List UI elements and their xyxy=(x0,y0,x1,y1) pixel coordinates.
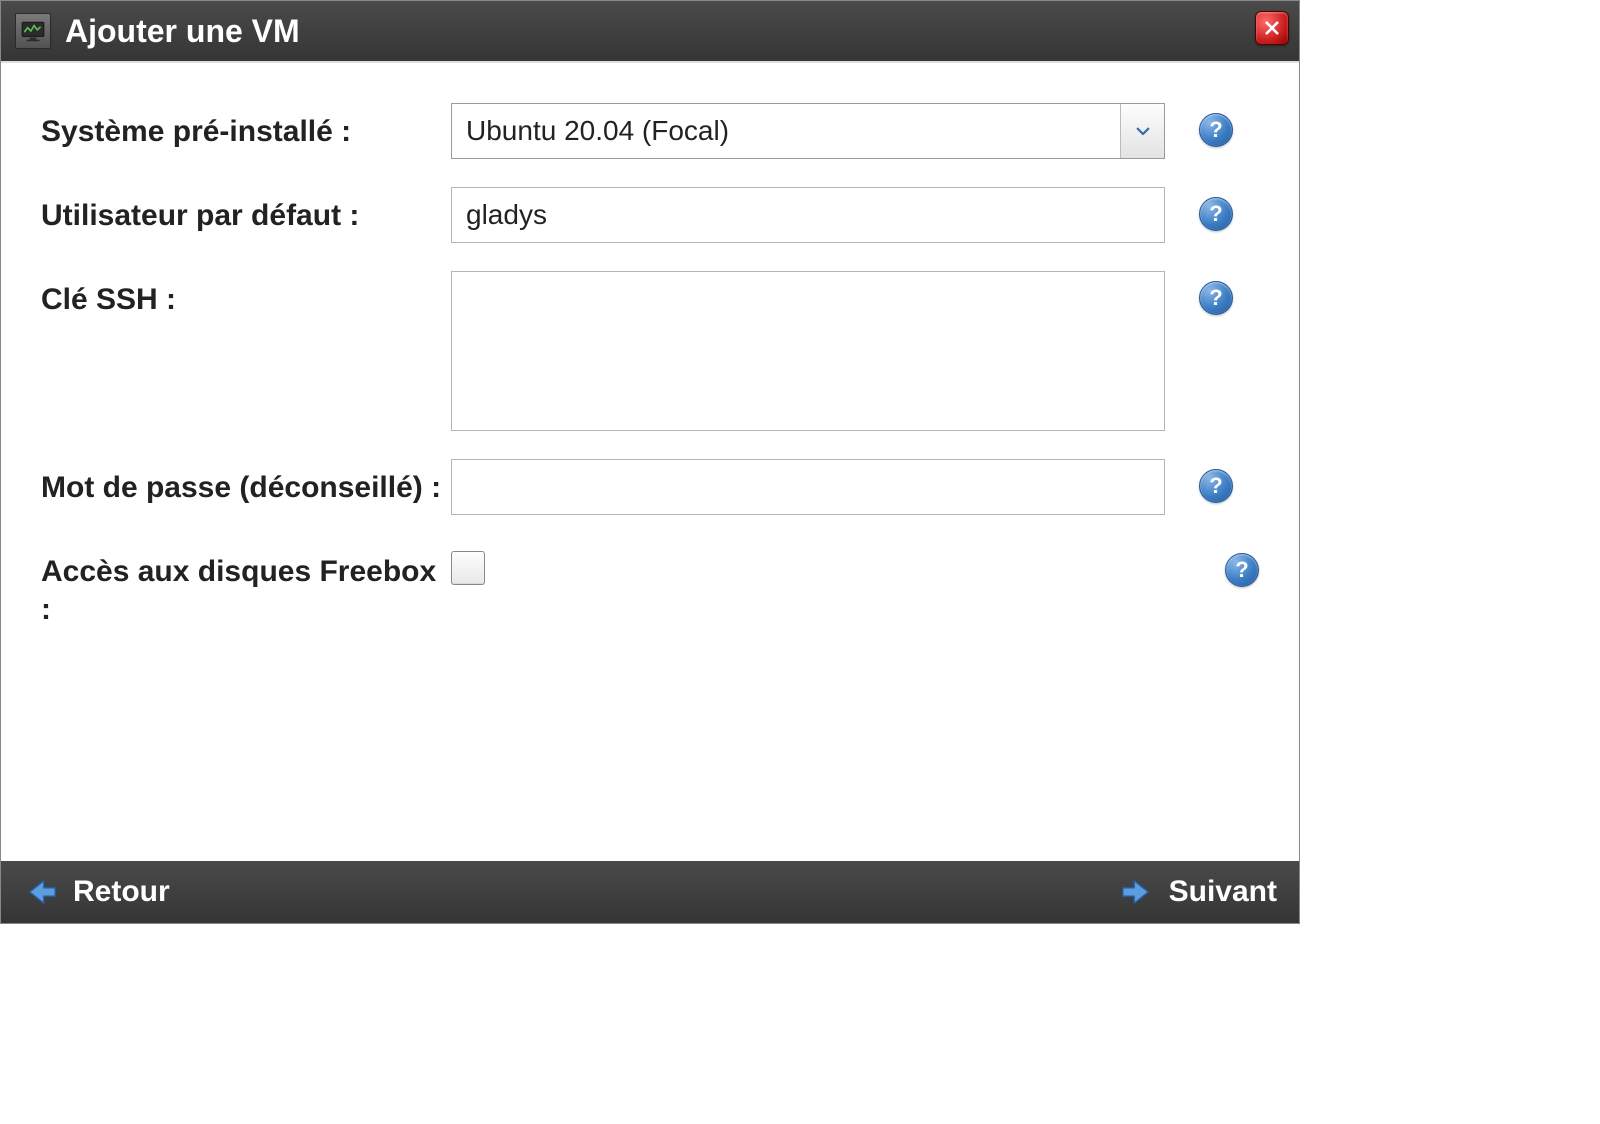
help-button-password[interactable]: ? xyxy=(1199,469,1233,503)
chevron-down-icon xyxy=(1134,122,1152,140)
help-button-system[interactable]: ? xyxy=(1199,113,1233,147)
next-button-label: Suivant xyxy=(1169,875,1277,909)
next-button[interactable]: Suivant xyxy=(1119,874,1277,910)
label-ssh: Clé SSH : xyxy=(41,271,451,319)
help-button-disk-access[interactable]: ? xyxy=(1225,553,1259,587)
help-button-ssh[interactable]: ? xyxy=(1199,281,1233,315)
ssh-key-textarea[interactable] xyxy=(451,271,1165,431)
label-password: Mot de passe (déconseillé) : xyxy=(41,459,451,507)
close-icon xyxy=(1263,19,1281,37)
label-user: Utilisateur par défaut : xyxy=(41,187,451,235)
disk-access-checkbox[interactable] xyxy=(451,551,485,585)
label-disk-access: Accès aux disques Freebox : xyxy=(41,543,451,628)
arrow-right-icon xyxy=(1119,874,1155,910)
help-button-user[interactable]: ? xyxy=(1199,197,1233,231)
row-disk-access: Accès aux disques Freebox : ? xyxy=(41,543,1259,628)
dialog-body: Système pré-installé : ? Utilisateur par… xyxy=(1,61,1299,861)
control-wrap-system: ? xyxy=(451,103,1259,159)
control-wrap-ssh: ? xyxy=(451,271,1259,431)
row-ssh: Clé SSH : ? xyxy=(41,271,1259,431)
row-user: Utilisateur par défaut : ? xyxy=(41,187,1259,243)
row-password: Mot de passe (déconseillé) : ? xyxy=(41,459,1259,515)
dialog-title: Ajouter une VM xyxy=(65,13,300,50)
control-wrap-disk-access: ? xyxy=(451,543,1259,587)
system-combobox-input[interactable] xyxy=(452,104,1120,158)
add-vm-dialog: Ajouter une VM Système pré-installé : xyxy=(0,0,1300,924)
password-input[interactable] xyxy=(451,459,1165,515)
label-system: Système pré-installé : xyxy=(41,103,451,151)
titlebar: Ajouter une VM xyxy=(1,1,1299,61)
back-button[interactable]: Retour xyxy=(23,874,170,910)
default-user-input[interactable] xyxy=(451,187,1165,243)
system-combobox-trigger[interactable] xyxy=(1120,104,1164,158)
vm-monitor-icon xyxy=(15,13,51,49)
system-combobox[interactable] xyxy=(451,103,1165,159)
dialog-footer: Retour Suivant xyxy=(1,861,1299,923)
control-wrap-user: ? xyxy=(451,187,1259,243)
close-button[interactable] xyxy=(1255,11,1289,45)
arrow-left-icon xyxy=(23,874,59,910)
control-wrap-password: ? xyxy=(451,459,1259,515)
back-button-label: Retour xyxy=(73,875,170,909)
row-system: Système pré-installé : ? xyxy=(41,103,1259,159)
